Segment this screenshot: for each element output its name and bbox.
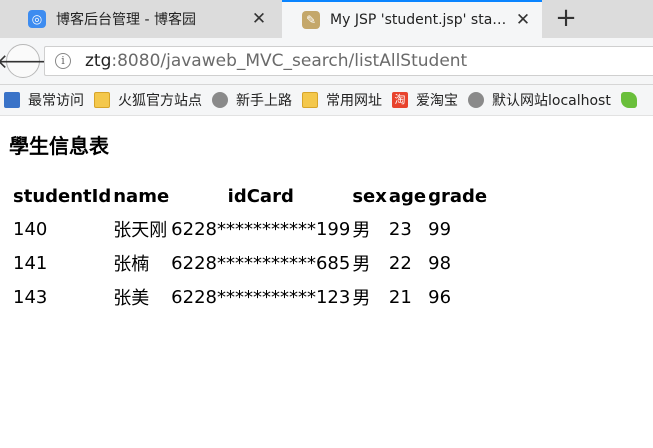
cell-studentid: 141: [13, 252, 48, 274]
cell-studentid: 143: [13, 286, 48, 308]
back-button[interactable]: 🡐: [0, 44, 50, 78]
cell-studentid: 140: [13, 218, 48, 240]
url-host: ztg: [85, 51, 112, 71]
tab-title: 博客后台管理 - 博客园: [56, 12, 196, 28]
table-row: 141 张楠 6228***********685 男 22 98: [12, 247, 488, 281]
header-studentid: studentId: [13, 186, 112, 207]
folder-icon: [94, 92, 110, 108]
arrow-left-icon: 🡐: [0, 49, 50, 73]
bookmark-localhost[interactable]: 默认网站localhost: [468, 90, 611, 110]
cell-age: 23: [388, 218, 412, 240]
student-table: studentId name idCard sex age grade 140 …: [12, 184, 488, 315]
bookmark-label: 爱淘宝: [416, 93, 458, 109]
url-path: :8080/javaweb_MVC_search/listAllStudent: [111, 51, 468, 71]
bookmark-firefox-site[interactable]: 火狐官方站点: [94, 90, 202, 110]
bookmark-label: 最常访问: [28, 93, 84, 109]
bookmark-getting-started[interactable]: 新手上路: [212, 90, 292, 110]
jsp-favicon-icon: ✎: [302, 11, 320, 29]
url-text: ztg:8080/javaweb_MVC_search/listAllStude…: [85, 51, 467, 71]
header-age: age: [388, 186, 427, 207]
page-content: 學生信息表 studentId name idCard sex age grad…: [0, 116, 653, 448]
table-row: 143 张美 6228***********123 男 21 96: [12, 281, 488, 315]
bookmark-label: 火狐官方站点: [118, 93, 202, 109]
bookmark-overflow[interactable]: [620, 92, 645, 108]
url-bar[interactable]: i ztg:8080/javaweb_MVC_search/listAllStu…: [44, 46, 653, 76]
cell-idcard: 6228***********199: [171, 218, 351, 240]
cell-idcard: 6228***********123: [171, 286, 351, 308]
info-icon[interactable]: i: [55, 53, 71, 69]
cell-sex: 男: [352, 254, 371, 275]
cell-sex: 男: [352, 220, 371, 241]
blog-favicon-icon: ◎: [28, 10, 46, 28]
cell-name: 张美: [113, 288, 150, 309]
cell-name: 张楠: [113, 254, 150, 275]
page-title: 學生信息表: [9, 134, 109, 158]
table-header-row: studentId name idCard sex age grade: [12, 184, 488, 213]
bookmark-label: 默认网站localhost: [492, 93, 611, 109]
tab-title: My JSP 'student.jsp' sta…: [330, 12, 507, 28]
bookmarks-bar: 最常访问 火狐官方站点 新手上路 常用网址 淘 爱淘宝 默认网站localhos…: [0, 85, 653, 116]
header-sex: sex: [352, 186, 387, 207]
cell-grade: 99: [428, 218, 452, 240]
close-icon[interactable]: ✕: [514, 10, 532, 30]
close-icon[interactable]: ✕: [250, 9, 268, 29]
taobao-icon: 淘: [392, 92, 408, 108]
globe-icon: [468, 92, 484, 108]
visit-icon: [4, 92, 20, 108]
table-row: 140 张天刚 6228***********199 男 23 99: [12, 213, 488, 247]
tab-strip: ◎ 博客后台管理 - 博客园 ✕ ✎ My JSP 'student.jsp' …: [0, 0, 653, 38]
nav-bar: 🡐 i ztg:8080/javaweb_MVC_search/listAllS…: [0, 38, 653, 85]
cell-age: 22: [388, 252, 412, 274]
globe-icon: [212, 92, 228, 108]
tab-student-jsp[interactable]: ✎ My JSP 'student.jsp' sta… ✕: [282, 0, 542, 38]
cell-grade: 98: [428, 252, 452, 274]
bookmark-most-visited[interactable]: 最常访问: [4, 90, 84, 110]
cell-grade: 96: [428, 286, 452, 308]
leaf-icon: [620, 92, 637, 108]
header-name: name: [113, 186, 170, 207]
bookmark-taobao[interactable]: 淘 爱淘宝: [392, 90, 458, 110]
cell-name: 张天刚: [113, 220, 168, 241]
cell-sex: 男: [352, 288, 371, 309]
folder-icon: [302, 92, 318, 108]
header-grade: grade: [428, 186, 488, 207]
new-tab-button[interactable]: +: [552, 4, 580, 32]
cell-idcard: 6228***********685: [171, 252, 351, 274]
tab-blog-admin[interactable]: ◎ 博客后台管理 - 博客园 ✕: [0, 0, 278, 38]
header-idcard: idCard: [227, 186, 294, 207]
bookmark-label: 常用网址: [326, 93, 382, 109]
cell-age: 21: [388, 286, 412, 308]
bookmark-common-sites[interactable]: 常用网址: [302, 90, 382, 110]
bookmark-label: 新手上路: [236, 93, 292, 109]
